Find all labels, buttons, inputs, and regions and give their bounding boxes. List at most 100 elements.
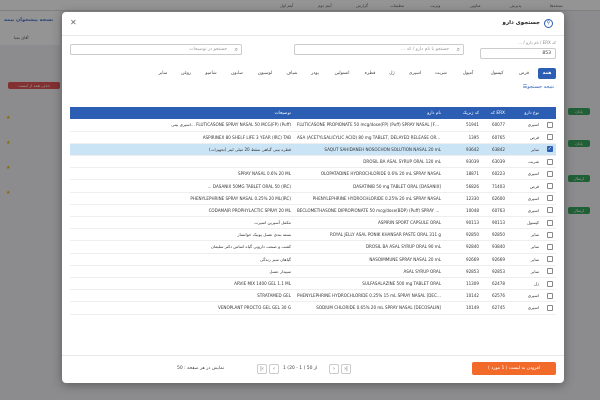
row-checkbox[interactable]: [547, 280, 553, 287]
generic-code-cell: 92669: [465, 256, 479, 262]
table-row[interactable]: FLUTICASONE SPRAY NASAL 50 MCG(FP) (Puff…: [70, 119, 556, 132]
category-ampoule[interactable]: آمپول: [456, 68, 480, 79]
row-checkbox[interactable]: [547, 256, 553, 263]
row-checkbox[interactable]: [547, 158, 553, 165]
category-tablet[interactable]: قرص: [514, 68, 534, 79]
code-input[interactable]: 853: [480, 48, 556, 59]
page-info: 1 از 50 ( 1 - 20): [283, 366, 318, 371]
code-field: کد ERX / نام دارو / ... 853: [480, 40, 556, 63]
drug-type-cell: اسپری: [527, 305, 539, 311]
header-generic-code: کد ژنریک: [462, 110, 479, 116]
category-suppository[interactable]: شیاف: [282, 68, 302, 79]
drug-type-cell: اسپری: [527, 207, 539, 213]
row-checkbox[interactable]: [547, 231, 553, 238]
description-cell: SPRAY NASAL 0.6% 20 ML: [238, 171, 291, 177]
code-field-label: کد ERX / نام دارو / ...: [518, 40, 556, 45]
drug-name-cell: ASPIRIN SPORT CAPSULE ORAL: [377, 220, 441, 226]
row-checkbox[interactable]: ✓: [547, 146, 553, 153]
category-capsule[interactable]: کپسول: [484, 68, 510, 79]
add-to-list-button[interactable]: افزودن به لیست ( 1 مورد ): [472, 362, 556, 375]
previous-page-icon[interactable]: ‹: [269, 364, 279, 374]
table-row[interactable]: قطره بینی گیاهی سقط 20 میلی لیتر (تجهیزا…: [70, 143, 556, 156]
erx-code-cell: 60077: [491, 122, 505, 128]
row-checkbox[interactable]: [547, 292, 553, 299]
erx-code-cell: 63842: [491, 146, 505, 152]
row-checkbox[interactable]: [547, 195, 553, 202]
modal-title: جستجوی دارو: [502, 20, 540, 26]
first-page-icon[interactable]: |‹: [257, 364, 267, 374]
table-row[interactable]: STRATAMED GEL PHENYLEPHRINE HYDROCHLORIDE…: [70, 290, 556, 302]
description-search-input[interactable]: جستجو در توضیحات ⌕: [70, 44, 242, 55]
row-checkbox[interactable]: [547, 304, 553, 311]
category-oil[interactable]: روغن: [176, 68, 196, 79]
erx-code-cell: 60223: [491, 171, 505, 177]
row-checkbox[interactable]: [547, 268, 553, 275]
drug-name-cell: OLOPATADINE HYDROCHLORIDE 0.6% 20 mL SPR…: [320, 171, 441, 177]
description-cell: گیاهان سبز زندگی: [260, 256, 291, 262]
category-insulin[interactable]: انسولین: [328, 68, 356, 79]
table-row[interactable]: SPRAY NASAL 0.6% 20 ML OLOPATADINE HYDROC…: [70, 168, 556, 180]
table-row[interactable]: CODAMAIR PROPHYLACTIC SPRAY 20 ML BECLOME…: [70, 204, 556, 217]
per-page-selector[interactable]: نمایش در هر صفحه : 50: [177, 366, 224, 371]
category-all[interactable]: همه: [538, 68, 556, 79]
table-row[interactable]: DASANIX 50MG TABLET ORAL 50 (IRC) ... DAS…: [70, 180, 556, 193]
row-checkbox[interactable]: [547, 183, 553, 190]
category-syrup[interactable]: شربت: [430, 68, 452, 79]
table-row[interactable]: کشت و صنعت دارویی گیاه اساس دکتر سلیمان D…: [70, 241, 556, 254]
category-gel[interactable]: ژل: [384, 68, 400, 79]
description-cell: VENOPLANT PROCTO GEL GEL 30 G: [218, 305, 291, 311]
drug-name-cell: DROSIL BA ASAL SYRUP ORAL 90 mL: [365, 244, 441, 250]
generic-code-cell: 1395: [468, 134, 479, 140]
description-placeholder: جستجو در توضیحات: [189, 47, 227, 52]
erx-code-cell: 92853: [491, 268, 505, 274]
drug-name-cell: PHENYLEPHRINE HYDROCHLORIDE 0.25% 15 mL …: [297, 293, 444, 299]
drug-type-cell: اسپری: [527, 293, 539, 299]
row-select-cell: [542, 180, 556, 192]
drug-name-cell: DROSIL BA ASAL SYRUP ORAL 120 mL: [363, 159, 441, 165]
drug-type-cell: ژل: [534, 281, 539, 287]
table-row[interactable]: ARVIE MIX 1400 GEL 1.1 ML SULFASALAZINE 5…: [70, 277, 556, 290]
category-spray[interactable]: اسپری: [404, 68, 426, 79]
drug-search-modal: ⚲ جستجوی دارو ✕ کد ERX / نام دارو / ... …: [62, 12, 564, 383]
last-page-icon[interactable]: ›|: [341, 364, 351, 374]
category-shampoo[interactable]: شامپو: [200, 68, 222, 79]
table-row[interactable]: گیاهان سبز زندگی NASOIMMUNE SPRAY NASAL 2…: [70, 253, 556, 266]
generic-code-cell: 92850: [465, 232, 479, 238]
erx-code-cell: 93840: [491, 244, 505, 250]
next-page-icon[interactable]: ›: [329, 364, 339, 374]
description-cell: مکمل آسپرین اسپرت: [254, 220, 291, 226]
description-cell: ARVIE MIX 1400 GEL 1.1 ML: [234, 281, 291, 287]
row-checkbox[interactable]: [547, 243, 553, 250]
row-select-cell: [542, 168, 556, 180]
erx-code-cell: 62576: [491, 293, 505, 299]
drug-name-search-input[interactable]: جستجو با نام دارو / کد ... ⌕: [294, 44, 464, 55]
row-checkbox[interactable]: [547, 134, 553, 141]
row-checkbox[interactable]: [547, 170, 553, 177]
category-other[interactable]: سایر: [154, 68, 172, 79]
table-row[interactable]: بسته بندی عسل پونیک خوانسار ROYAL JELLY A…: [70, 229, 556, 241]
row-select-cell: ✓: [542, 143, 556, 155]
table-row[interactable]: ASPIRINEX 80 SHELF LIFE 3 YEAR (IRC) TAB…: [70, 131, 556, 144]
drug-type-cell: شربت: [528, 159, 539, 165]
table-row[interactable]: سپیدار عسل ASAL SYRUP ORAL 92853 92853 سایر: [70, 265, 556, 278]
close-icon[interactable]: ✕: [70, 18, 77, 27]
header-description: توضیحات: [274, 110, 292, 116]
category-powder[interactable]: پودر: [306, 68, 324, 79]
row-checkbox[interactable]: [547, 121, 553, 128]
table-row[interactable]: DROSIL BA ASAL SYRUP ORAL 120 mL 93039 630…: [70, 156, 556, 168]
row-checkbox[interactable]: [547, 219, 553, 226]
table-row[interactable]: VENOPLANT PROCTO GEL GEL 30 G SODIUM CHLO…: [70, 302, 556, 314]
row-checkbox[interactable]: [547, 207, 553, 214]
row-select-cell: [542, 156, 556, 168]
search-icon: ⌕: [234, 46, 238, 53]
category-lotion[interactable]: لوسیون: [252, 68, 278, 79]
table-row[interactable]: مکمل آسپرین اسپرت ASPIRIN SPORT CAPSULE O…: [70, 217, 556, 229]
description-cell: ASPIRINEX 80 SHELF LIFE 3 YEAR (IRC) TAB: [202, 134, 291, 140]
row-select-cell: [542, 119, 556, 131]
drug-type-cell: کپسول: [527, 220, 539, 226]
description-cell: قطره بینی گیاهی سقط 20 میلی لیتر (تجهیزا…: [209, 146, 291, 152]
drug-type-cell: سایر: [530, 268, 539, 274]
category-drop[interactable]: قطره: [360, 68, 380, 79]
category-soap[interactable]: صابون: [226, 68, 248, 79]
table-row[interactable]: PHENYLEPHRINE SPRAY NASAL 0.25% 20 ML(IR…: [70, 192, 556, 205]
